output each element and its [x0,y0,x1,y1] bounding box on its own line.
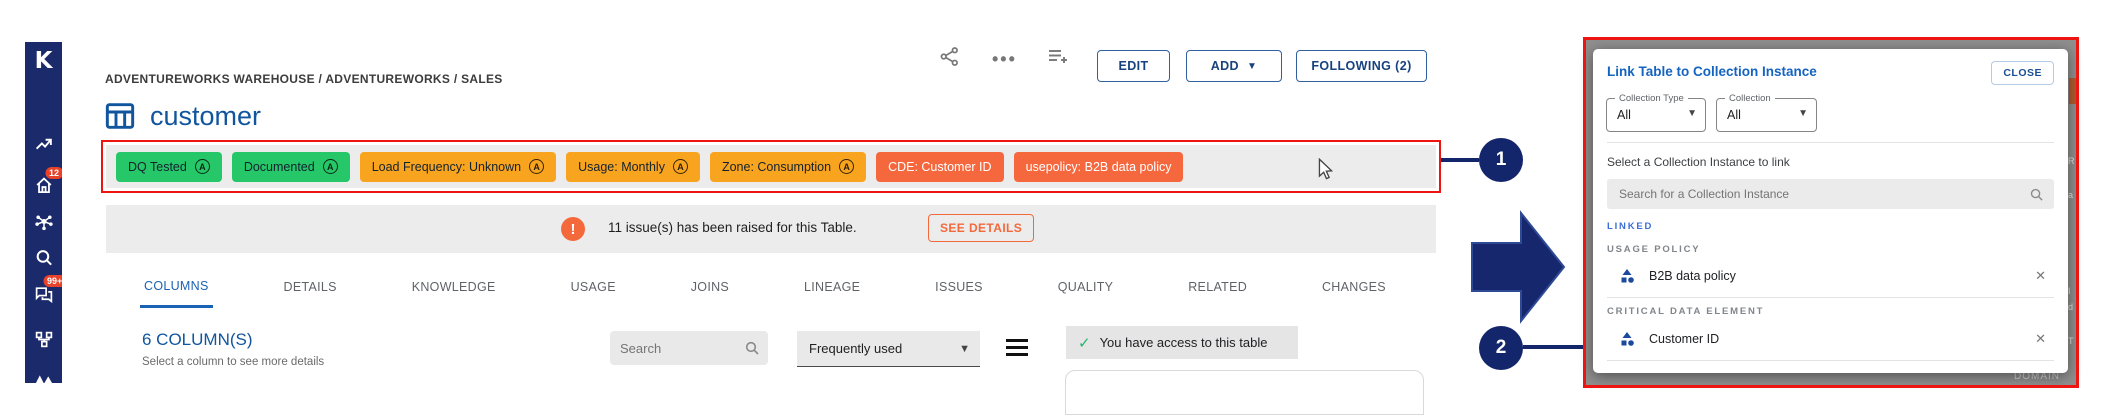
add-button-label: ADD [1211,59,1239,73]
access-note-text: You have access to this table [1100,335,1268,350]
tag-bar: DQ TestedA DocumentedA Load Frequency: U… [106,145,1436,188]
tab-knowledge[interactable]: KNOWLEDGE [408,266,500,308]
tab-columns[interactable]: COLUMNS [140,266,213,308]
transition-arrow [1471,210,1566,324]
home-icon[interactable]: 12 [34,176,53,195]
callout-line-2 [1523,345,1585,349]
page-title: customer [150,101,261,132]
auto-classification-icon: A [673,159,688,174]
callout-badge-2: 2 [1479,326,1523,370]
auto-classification-icon: A [195,159,210,174]
warning-icon: ! [561,217,585,241]
edit-button[interactable]: EDIT [1097,50,1170,82]
tab-quality[interactable]: QUALITY [1054,266,1118,308]
tab-usage[interactable]: USAGE [567,266,620,308]
mouse-cursor-icon [1318,158,1333,181]
hierarchy-icon[interactable] [34,330,53,349]
columns-count: 6 COLUMN(S) [142,330,253,350]
callout-box-modal [1583,37,2079,388]
list-view-icon[interactable] [1006,339,1028,356]
check-icon: ✓ [1078,334,1091,352]
home-badge: 12 [45,167,62,179]
tab-details[interactable]: DETAILS [280,266,341,308]
search-icon[interactable] [34,248,53,267]
see-details-button[interactable]: SEE DETAILS [928,214,1034,242]
tag-usage[interactable]: Usage: MonthlyA [566,152,700,182]
tab-lineage[interactable]: LINEAGE [800,266,864,308]
tab-changes[interactable]: CHANGES [1318,266,1390,308]
callout-badge-1: 1 [1479,138,1523,182]
chevron-down-icon: ▼ [1247,61,1257,72]
access-note: ✓ You have access to this table [1066,326,1298,359]
columns-search [610,331,768,365]
table-icon [104,100,136,132]
trending-up-icon[interactable] [34,135,53,154]
sort-dropdown[interactable]: Frequently used ▼ [797,331,980,367]
tag-cde[interactable]: CDE: Customer ID [876,152,1004,182]
columns-subtitle: Select a column to see more details [142,356,324,368]
app-logo[interactable]: K [25,48,62,74]
chat-badge: 99+ [43,275,62,287]
column-card[interactable] [1065,370,1424,415]
tab-related[interactable]: RELATED [1184,266,1251,308]
tag-zone[interactable]: Zone: ConsumptionA [710,152,866,182]
auto-classification-icon: A [839,159,854,174]
tag-documented[interactable]: DocumentedA [232,152,350,182]
bookmark-partial-icon[interactable] [34,373,53,383]
cluster-icon[interactable] [34,212,53,231]
app-sidebar: K 12 99+ [25,42,62,383]
auto-classification-icon: A [529,159,544,174]
chat-icon[interactable]: 99+ [34,285,53,304]
columns-search-input[interactable] [620,341,744,356]
more-menu-icon[interactable]: ••• [992,49,1017,70]
callout-line-1 [1441,158,1479,162]
share-icon[interactable] [938,45,961,68]
following-button[interactable]: FOLLOWING (2) [1296,50,1427,82]
issues-message: 11 issue(s) has been raised for this Tab… [608,220,857,235]
search-icon [744,340,760,356]
breadcrumb[interactable]: ADVENTUREWORKS WAREHOUSE / ADVENTUREWORK… [105,72,503,86]
issues-banner: ! 11 issue(s) has been raised for this T… [106,205,1436,253]
playlist-add-icon[interactable] [1046,45,1070,69]
tag-usepolicy[interactable]: usepolicy: B2B data policy [1014,152,1184,182]
tag-dq-tested[interactable]: DQ TestedA [116,152,222,182]
auto-classification-icon: A [323,159,338,174]
entity-tabs: COLUMNS DETAILS KNOWLEDGE USAGE JOINS LI… [140,266,1390,308]
sort-dropdown-value: Frequently used [809,341,902,356]
tag-load-frequency[interactable]: Load Frequency: UnknownA [360,152,556,182]
tab-joins[interactable]: JOINS [687,266,733,308]
tab-issues[interactable]: ISSUES [931,266,987,308]
chevron-down-icon: ▼ [959,343,970,355]
add-button[interactable]: ADD ▼ [1186,50,1282,82]
